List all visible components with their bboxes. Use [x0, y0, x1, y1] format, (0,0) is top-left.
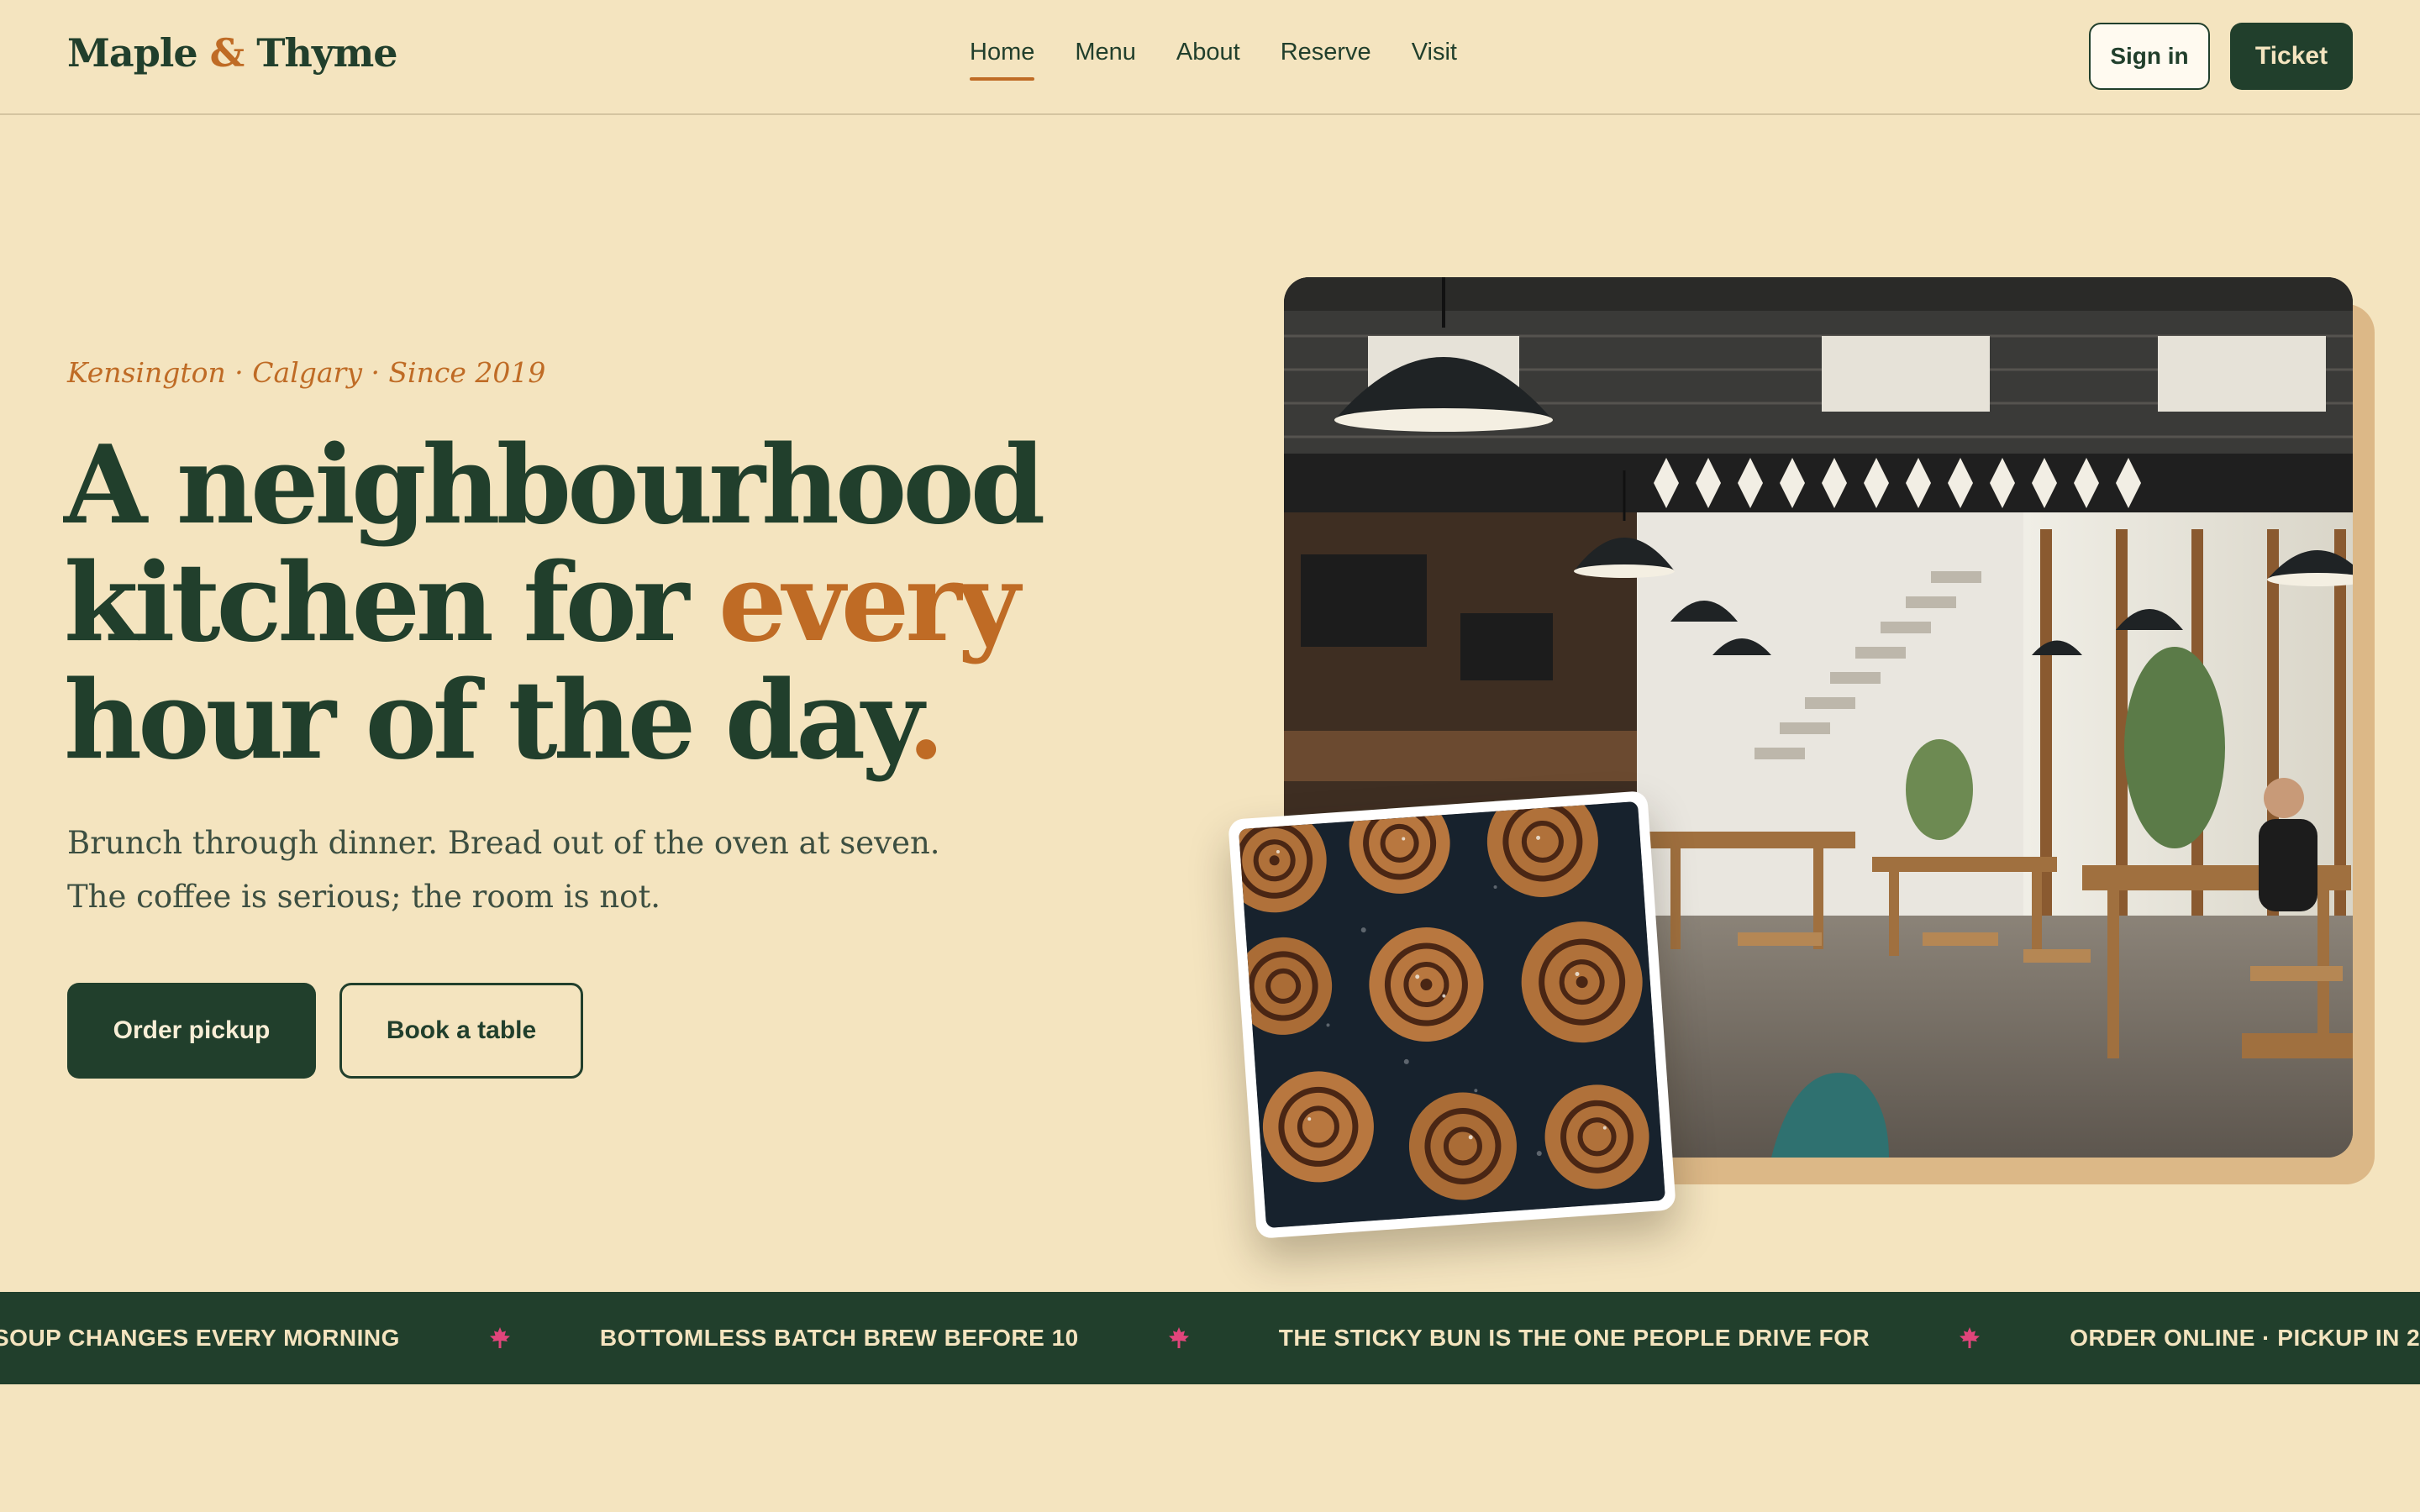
cinnamon-buns-illustration: [1238, 801, 1666, 1229]
ticket-button[interactable]: Ticket: [2230, 23, 2353, 90]
nav-reserve[interactable]: Reserve: [1281, 39, 1371, 81]
headline-accent-word: every: [718, 540, 1020, 666]
order-pickup-button[interactable]: Order pickup: [67, 983, 316, 1079]
headline-line-2: kitchen for: [64, 540, 718, 666]
cinnamon-buns-photo: [1228, 790, 1676, 1239]
site-header: Maple & Thyme Home Menu About Reserve Vi…: [0, 0, 2420, 115]
ticker-track: SOUP CHANGES EVERY MORNING BOTTOMLESS BA…: [0, 1292, 2420, 1384]
ticker-item: THE STICKY BUN IS THE ONE PEOPLE DRIVE F…: [1278, 1325, 1870, 1351]
headline-period: .: [907, 658, 945, 784]
maple-leaf-icon: [1957, 1326, 1982, 1351]
headline-line-3: hour of the day: [64, 658, 912, 784]
brand-logo[interactable]: Maple & Thyme: [67, 30, 398, 76]
nav-menu[interactable]: Menu: [1075, 39, 1136, 81]
maple-leaf-icon: [1166, 1326, 1192, 1351]
ticker-item: SOUP CHANGES EVERY MORNING: [0, 1325, 400, 1351]
hero-description: Brunch through dinner. Bread out of the …: [67, 825, 940, 915]
main-nav: Home Menu About Reserve Visit: [970, 39, 1457, 81]
headline-line-1: A neighbourhood: [64, 423, 1045, 549]
ticker-item: ORDER ONLINE · PICKUP IN 20: [2070, 1325, 2420, 1351]
hero-headline: A neighbourhood kitchen for every hour o…: [64, 427, 1072, 780]
sign-in-button[interactable]: Sign in: [2089, 23, 2210, 90]
nav-visit[interactable]: Visit: [1412, 39, 1457, 81]
ticker-item: BOTTOMLESS BATCH BREW BEFORE 10: [599, 1325, 1079, 1351]
brand-name-part2: Thyme: [256, 30, 397, 76]
book-table-button[interactable]: Book a table: [339, 983, 583, 1079]
nav-home[interactable]: Home: [970, 39, 1035, 81]
announcement-ticker: SOUP CHANGES EVERY MORNING BOTTOMLESS BA…: [0, 1292, 2420, 1384]
nav-about[interactable]: About: [1176, 39, 1240, 81]
hero-eyebrow: Kensington · Calgary · Since 2019: [67, 356, 546, 389]
brand-name-part1: Maple: [67, 30, 198, 76]
maple-leaf-icon: [487, 1326, 513, 1351]
brand-ampersand: &: [209, 30, 245, 76]
